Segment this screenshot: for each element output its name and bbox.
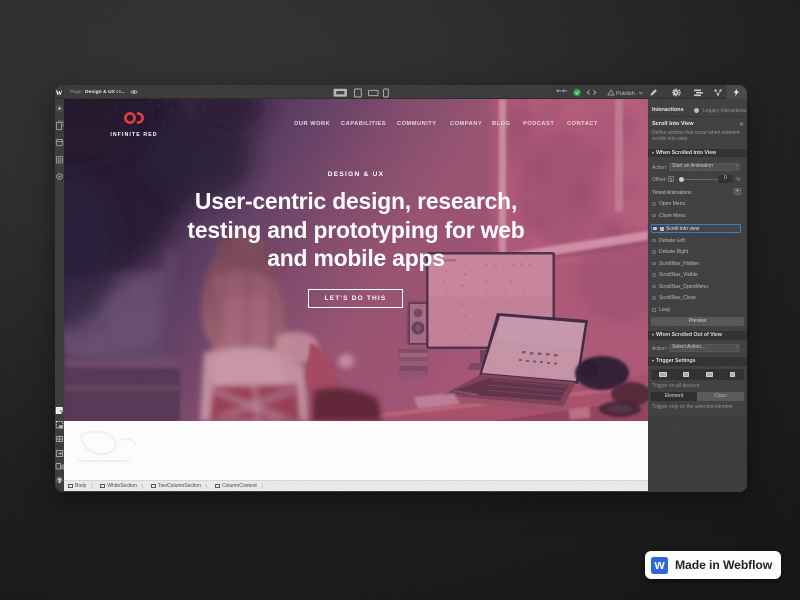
svg-text:Publish: Publish: [616, 91, 635, 97]
svg-text:?: ?: [58, 478, 61, 484]
